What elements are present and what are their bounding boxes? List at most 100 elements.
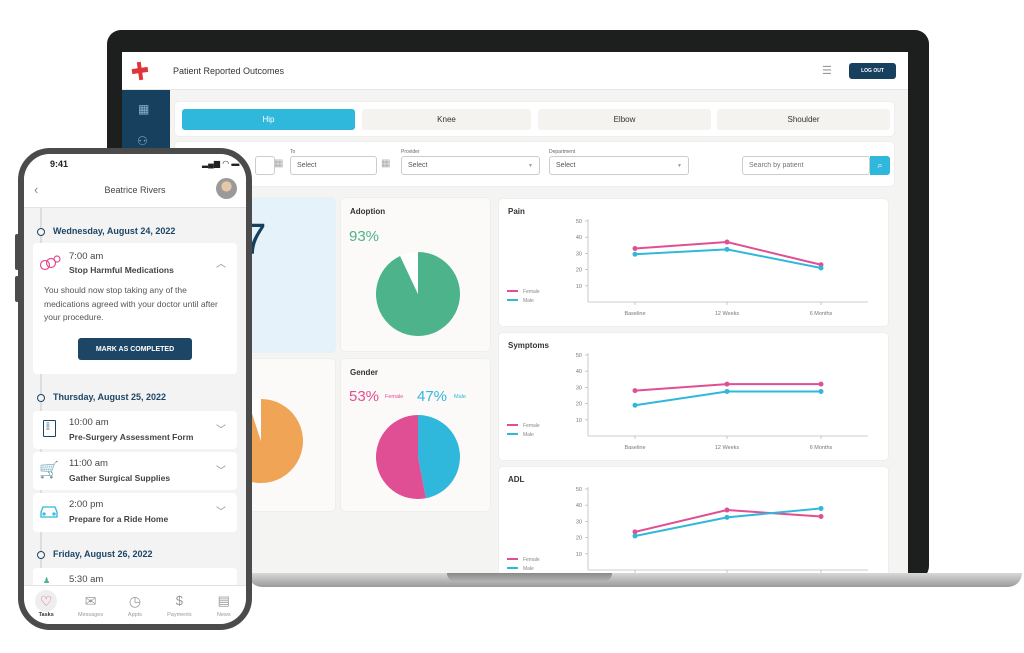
calendar-icon[interactable]: ▦ xyxy=(274,158,283,169)
users-icon[interactable]: ⚇ xyxy=(137,134,148,148)
chevron-down-icon: ▼ xyxy=(677,162,682,169)
y-tick-label: 30 xyxy=(576,519,582,525)
department-value: Select xyxy=(556,162,576,169)
chevron-down-icon: ▼ xyxy=(528,162,533,169)
chevron-down-icon[interactable]: ﹀ xyxy=(216,421,226,436)
patient-name: Beatrice Rivers xyxy=(104,185,166,195)
bottom-nav: ♡ Tasks ✉ Messages ◷ Appts $ Payments ▤ News xyxy=(24,585,246,624)
nav-label: Messages xyxy=(78,612,104,618)
to-date-field[interactable]: Select xyxy=(290,156,377,175)
y-tick-label: 10 xyxy=(576,284,582,290)
task-time: 7:00 am xyxy=(69,251,104,262)
series-line-male xyxy=(634,507,822,537)
task-card[interactable]: 2:00 pm Prepare for a Ride Home ﹀ xyxy=(33,493,237,532)
task-card-expanded[interactable]: 7:00 am Stop Harmful Medications ︿ You s… xyxy=(33,243,237,374)
data-point-male xyxy=(632,533,638,539)
y-tick-label: 30 xyxy=(576,385,582,391)
logout-button[interactable]: LOG OUT xyxy=(849,63,896,79)
y-tick-label: 30 xyxy=(576,251,582,257)
chevron-down-icon[interactable]: ﹀ xyxy=(216,503,226,518)
nav-label: Payments xyxy=(167,612,192,618)
y-tick-label: 40 xyxy=(576,369,582,375)
nav-label: Appts xyxy=(127,612,142,618)
day-date: Wednesday, August 24, 2022 xyxy=(53,226,176,236)
car-icon xyxy=(40,506,58,518)
task-title: Prepare for a Ride Home xyxy=(69,514,169,524)
nav-payments[interactable]: $ Payments xyxy=(159,590,199,624)
timeline-dot xyxy=(37,394,45,402)
avatar[interactable] xyxy=(216,178,237,199)
search-button[interactable]: ⌕ xyxy=(870,156,890,175)
data-point-female xyxy=(818,514,824,520)
nav-label: News xyxy=(216,612,231,618)
grid-icon[interactable]: ▦ xyxy=(138,102,149,116)
data-point-male xyxy=(632,402,638,408)
nav-messages[interactable]: ✉ Messages xyxy=(71,590,111,624)
tab-hip[interactable]: Hip xyxy=(182,109,355,130)
patient-search-input[interactable] xyxy=(742,156,870,175)
male-value: 47% xyxy=(417,388,448,405)
to-label: To xyxy=(290,149,296,155)
data-point-male xyxy=(724,514,730,520)
legend-label: Female xyxy=(523,557,540,563)
nav-appts[interactable]: ◷ Appts xyxy=(115,590,155,624)
female-label: Female xyxy=(385,394,404,400)
x-tick-label: Baseline xyxy=(624,445,645,451)
data-point-female xyxy=(632,246,638,252)
from-date-field[interactable] xyxy=(255,156,275,175)
y-tick-label: 40 xyxy=(576,235,582,241)
chevron-up-icon[interactable]: ︿ xyxy=(216,255,226,270)
provider-value: Select xyxy=(408,162,428,169)
chart-card-adl: ADL1020304050Baseline12 Weeks6 MonthsFem… xyxy=(498,466,889,575)
pills-icon xyxy=(39,255,61,271)
task-card[interactable]: ≡ ≡ 10:00 am Pre-Surgery Assessment Form … xyxy=(33,411,237,449)
chart-card-pain: Pain 10 20 30 40 50 Baseline 12 Weeks 6 Months Fe… xyxy=(498,198,889,327)
timeline-dot xyxy=(37,551,45,559)
nav-news[interactable]: ▤ News xyxy=(204,590,244,624)
x-tick-label: 6 Months xyxy=(810,311,833,317)
provider-label: Provider xyxy=(401,149,420,155)
adoption-pie xyxy=(376,252,460,336)
task-time: 2:00 pm xyxy=(69,499,104,510)
female-value: 53% xyxy=(349,388,380,405)
data-point-male xyxy=(724,388,730,394)
app-title: Patient Reported Outcomes xyxy=(173,66,285,76)
task-time: 10:00 am xyxy=(69,417,109,428)
gender-card: Gender 53% Female 47% Male xyxy=(340,358,491,512)
adoption-title: Adoption xyxy=(350,207,386,216)
department-select[interactable]: Select ▼ xyxy=(549,156,689,175)
tab-elbow[interactable]: Elbow xyxy=(538,109,711,130)
provider-select[interactable]: Select ▼ xyxy=(401,156,540,175)
hamburger-menu-icon[interactable]: ☰ xyxy=(822,64,832,77)
task-card[interactable]: 🛒 11:00 am Gather Surgical Supplies ﹀ xyxy=(33,452,237,490)
y-tick-label: 40 xyxy=(576,503,582,509)
shopping-cart-icon: 🛒 xyxy=(39,462,59,479)
x-tick-label: Baseline xyxy=(624,311,645,317)
day-date: Friday, August 26, 2022 xyxy=(53,549,153,559)
nav-tasks[interactable]: ♡ Tasks xyxy=(26,590,66,624)
filter-bar: ▦ To Select ▦ Provider Select ▼ Departmen… xyxy=(174,141,895,187)
tab-knee[interactable]: Knee xyxy=(362,109,531,130)
clock-icon: ◷ xyxy=(128,593,142,609)
calendar-icon[interactable]: ▦ xyxy=(381,158,390,169)
legend-label: Male xyxy=(523,566,534,572)
tab-shoulder[interactable]: Shoulder xyxy=(717,109,890,130)
adoption-value: 93% xyxy=(349,228,380,245)
stat-card: 7 xyxy=(238,197,336,353)
x-tick-label: 12 Weeks xyxy=(715,445,740,451)
phone: 9:41 ▂▄▆ ◠ ▬ ‹ Beatrice Rivers Wednesday… xyxy=(18,148,252,630)
task-time: 11:00 am xyxy=(69,458,108,469)
status-time: 9:41 xyxy=(50,159,69,169)
x-tick-label: 12 Weeks xyxy=(715,311,740,317)
task-title: Pre-Surgery Assessment Form xyxy=(69,432,194,442)
chevron-down-icon[interactable]: ﹀ xyxy=(216,462,226,477)
logo-icon xyxy=(131,61,149,81)
gender-pie xyxy=(375,415,460,499)
line-chart: 1020304050Baseline12 Weeks6 MonthsFemale… xyxy=(507,487,868,573)
data-point-female xyxy=(724,507,730,513)
task-time: 5:30 am xyxy=(69,574,104,585)
dollar-icon: $ xyxy=(175,593,183,608)
y-tick-label: 20 xyxy=(576,402,582,408)
mark-as-completed-button[interactable]: MARK AS COMPLETED xyxy=(78,338,192,360)
adoption-card: Adoption 93% xyxy=(340,197,491,352)
